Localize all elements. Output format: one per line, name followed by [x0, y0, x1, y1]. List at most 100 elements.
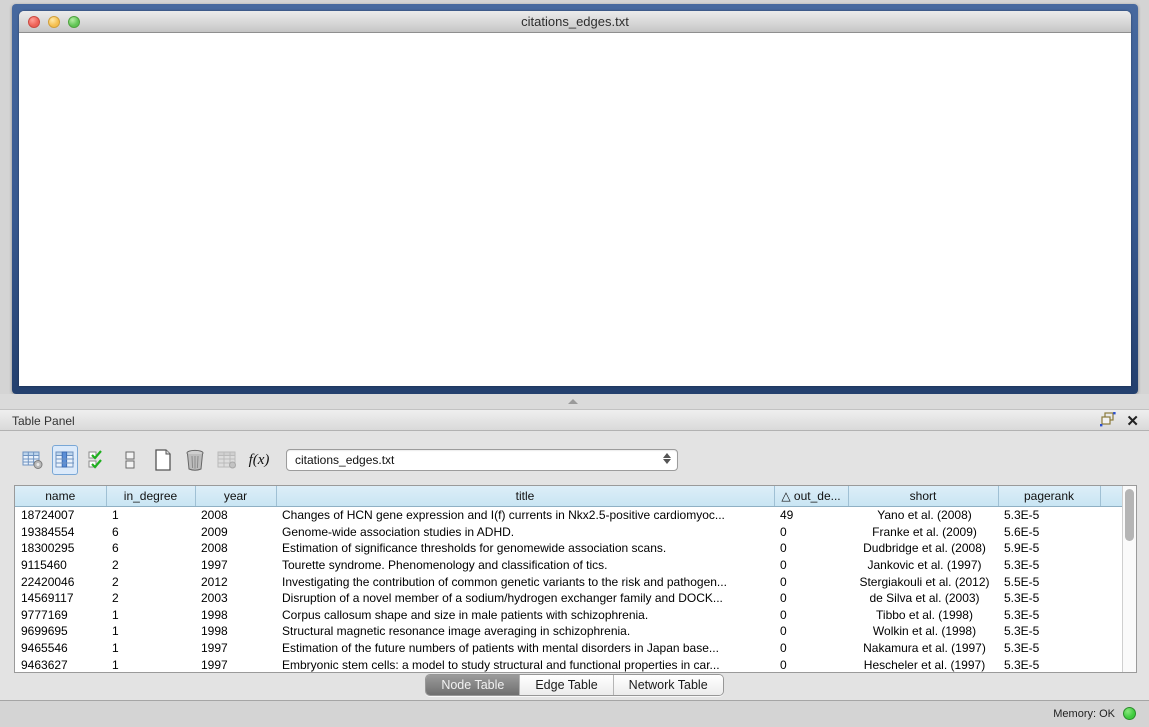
- cell-pagerank[interactable]: 5.3E-5: [998, 656, 1100, 673]
- cell-title[interactable]: Disruption of a novel member of a sodium…: [276, 590, 774, 607]
- cell-out_de...[interactable]: 0: [774, 557, 848, 574]
- table-settings-icon[interactable]: [20, 445, 46, 475]
- cell-short[interactable]: Hescheler et al. (1997): [848, 656, 998, 673]
- cell-short[interactable]: Tibbo et al. (1998): [848, 607, 998, 624]
- cell-year[interactable]: 1997: [195, 557, 276, 574]
- cell-short[interactable]: Jankovic et al. (1997): [848, 557, 998, 574]
- cell-pagerank[interactable]: 5.3E-5: [998, 507, 1100, 524]
- cell-short[interactable]: Wolkin et al. (1998): [848, 623, 998, 640]
- cell-out_de...[interactable]: 49: [774, 507, 848, 524]
- cell-year[interactable]: 1998: [195, 623, 276, 640]
- close-panel-icon[interactable]: ✕: [1126, 414, 1139, 430]
- cell-title[interactable]: Structural magnetic resonance image aver…: [276, 623, 774, 640]
- table-row[interactable]: 1938455462009Genome-wide association stu…: [15, 524, 1122, 541]
- cell-name[interactable]: 14569117: [15, 590, 106, 607]
- cell-pagerank[interactable]: 5.3E-5: [998, 623, 1100, 640]
- table-row[interactable]: 977716911998Corpus callosum shape and si…: [15, 607, 1122, 624]
- cell-name[interactable]: 9463627: [15, 656, 106, 673]
- cell-filler[interactable]: [1100, 507, 1122, 524]
- cell-name[interactable]: 9115460: [15, 557, 106, 574]
- table-row[interactable]: 1830029562008Estimation of significance …: [15, 540, 1122, 557]
- delete-table-icon[interactable]: [182, 445, 208, 475]
- cell-name[interactable]: 9465546: [15, 640, 106, 657]
- cell-filler[interactable]: [1100, 623, 1122, 640]
- cell-pagerank[interactable]: 5.3E-5: [998, 557, 1100, 574]
- cell-short[interactable]: Dudbridge et al. (2008): [848, 540, 998, 557]
- table-row[interactable]: 946362711997Embryonic stem cells: a mode…: [15, 656, 1122, 673]
- table-row[interactable]: 1872400712008Changes of HCN gene express…: [15, 507, 1122, 524]
- column-header-name[interactable]: name: [15, 486, 106, 507]
- cell-year[interactable]: 2009: [195, 524, 276, 541]
- cell-out_de...[interactable]: 0: [774, 524, 848, 541]
- cell-in_degree[interactable]: 1: [106, 607, 195, 624]
- cell-out_de...[interactable]: 0: [774, 607, 848, 624]
- cell-year[interactable]: 1997: [195, 656, 276, 673]
- cell-filler[interactable]: [1100, 640, 1122, 657]
- cell-name[interactable]: 9699695: [15, 623, 106, 640]
- cell-filler[interactable]: [1100, 573, 1122, 590]
- cell-name[interactable]: 19384554: [15, 524, 106, 541]
- column-header-pagerank[interactable]: pagerank: [998, 486, 1100, 507]
- cell-filler[interactable]: [1100, 656, 1122, 673]
- table-row[interactable]: 911546021997Tourette syndrome. Phenomeno…: [15, 557, 1122, 574]
- cell-short[interactable]: Franke et al. (2009): [848, 524, 998, 541]
- window-titlebar[interactable]: citations_edges.txt: [19, 11, 1131, 33]
- cell-in_degree[interactable]: 1: [106, 640, 195, 657]
- cell-title[interactable]: Estimation of the future numbers of pati…: [276, 640, 774, 657]
- cell-pagerank[interactable]: 5.3E-5: [998, 607, 1100, 624]
- cell-short[interactable]: Yano et al. (2008): [848, 507, 998, 524]
- float-panel-icon[interactable]: [1100, 412, 1116, 432]
- column-header-short[interactable]: short: [848, 486, 998, 507]
- cell-title[interactable]: Genome-wide association studies in ADHD.: [276, 524, 774, 541]
- tab-network-table[interactable]: Network Table: [613, 675, 723, 695]
- cell-name[interactable]: 18300295: [15, 540, 106, 557]
- network-canvas[interactable]: [19, 33, 1131, 386]
- cell-year[interactable]: 1997: [195, 640, 276, 657]
- cell-pagerank[interactable]: 5.6E-5: [998, 524, 1100, 541]
- cell-name[interactable]: 9777169: [15, 607, 106, 624]
- cell-in_degree[interactable]: 6: [106, 524, 195, 541]
- cell-in_degree[interactable]: 1: [106, 656, 195, 673]
- table-row[interactable]: 1456911722003Disruption of a novel membe…: [15, 590, 1122, 607]
- cell-year[interactable]: 1998: [195, 607, 276, 624]
- table-row[interactable]: 2242004622012Investigating the contribut…: [15, 573, 1122, 590]
- column-header-out_de...[interactable]: △ out_de...: [774, 486, 848, 507]
- cell-out_de...[interactable]: 0: [774, 656, 848, 673]
- cell-title[interactable]: Investigating the contribution of common…: [276, 573, 774, 590]
- cell-out_de...[interactable]: 0: [774, 623, 848, 640]
- cell-filler[interactable]: [1100, 524, 1122, 541]
- column-header-filler[interactable]: [1100, 486, 1122, 507]
- cell-title[interactable]: Corpus callosum shape and size in male p…: [276, 607, 774, 624]
- table-row[interactable]: 969969511998Structural magnetic resonanc…: [15, 623, 1122, 640]
- cell-filler[interactable]: [1100, 540, 1122, 557]
- column-header-title[interactable]: title: [276, 486, 774, 507]
- function-builder-icon[interactable]: f(x): [246, 445, 272, 475]
- cell-title[interactable]: Tourette syndrome. Phenomenology and cla…: [276, 557, 774, 574]
- cell-pagerank[interactable]: 5.3E-5: [998, 640, 1100, 657]
- import-table-icon[interactable]: [214, 445, 240, 475]
- cell-in_degree[interactable]: 2: [106, 557, 195, 574]
- table-selector-dropdown[interactable]: citations_edges.txt: [286, 449, 678, 471]
- cell-filler[interactable]: [1100, 607, 1122, 624]
- cell-in_degree[interactable]: 6: [106, 540, 195, 557]
- cell-name[interactable]: 18724007: [15, 507, 106, 524]
- cell-name[interactable]: 22420046: [15, 573, 106, 590]
- table-scrollbar[interactable]: [1122, 486, 1136, 672]
- cell-year[interactable]: 2008: [195, 507, 276, 524]
- cell-short[interactable]: de Silva et al. (2003): [848, 590, 998, 607]
- cell-year[interactable]: 2012: [195, 573, 276, 590]
- show-columns-icon[interactable]: [52, 445, 78, 475]
- cell-in_degree[interactable]: 2: [106, 590, 195, 607]
- cell-out_de...[interactable]: 0: [774, 640, 848, 657]
- cell-out_de...[interactable]: 0: [774, 573, 848, 590]
- cell-short[interactable]: Stergiakouli et al. (2012): [848, 573, 998, 590]
- cell-title[interactable]: Estimation of significance thresholds fo…: [276, 540, 774, 557]
- cell-out_de...[interactable]: 0: [774, 590, 848, 607]
- column-header-in_degree[interactable]: in_degree: [106, 486, 195, 507]
- table-scrollbar-thumb[interactable]: [1125, 489, 1134, 541]
- citation-network-graph[interactable]: [19, 33, 1131, 386]
- cell-filler[interactable]: [1100, 590, 1122, 607]
- cell-in_degree[interactable]: 1: [106, 507, 195, 524]
- cell-pagerank[interactable]: 5.3E-5: [998, 590, 1100, 607]
- table-row[interactable]: 946554611997Estimation of the future num…: [15, 640, 1122, 657]
